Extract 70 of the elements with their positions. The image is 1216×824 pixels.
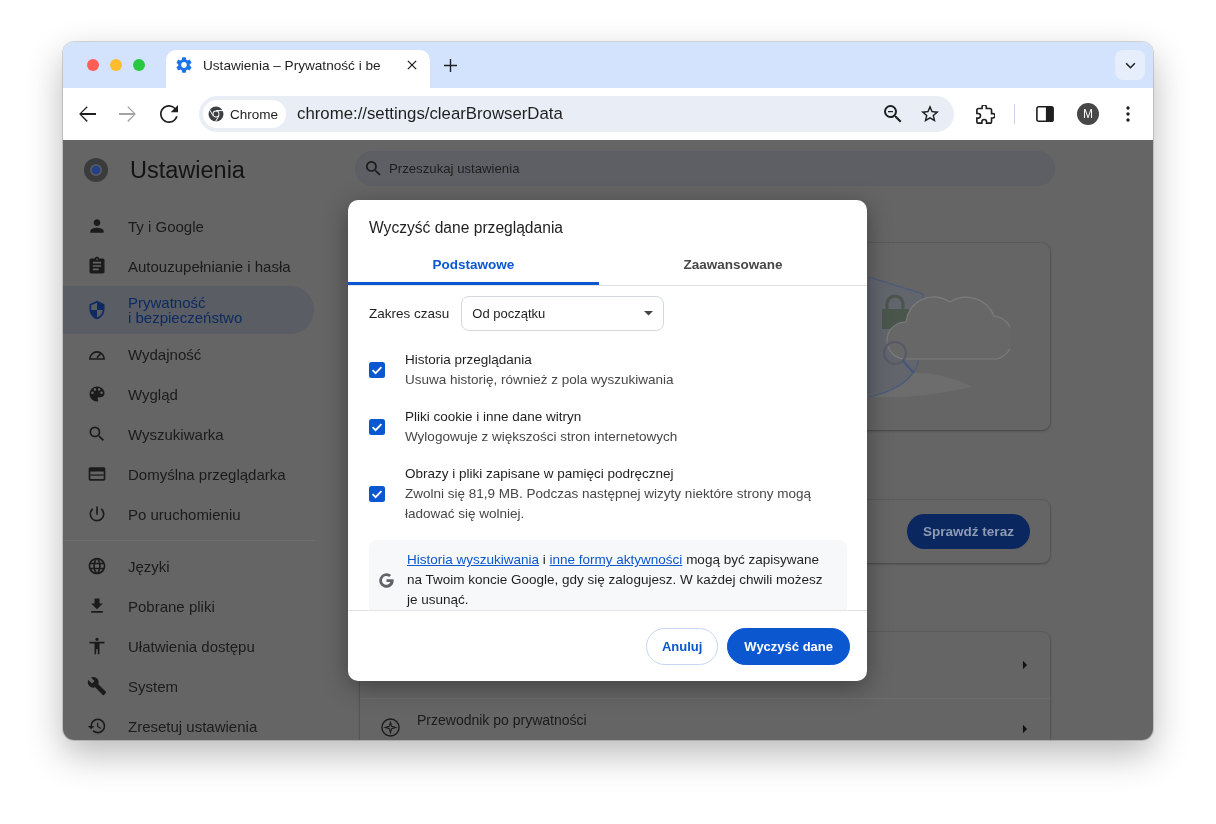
check-now-button[interactable]: Sprawdź teraz (907, 514, 1030, 549)
star-icon[interactable] (921, 105, 939, 123)
checkbox[interactable] (369, 486, 385, 502)
plus-icon[interactable] (444, 58, 457, 72)
profile-avatar-button[interactable]: M (1077, 103, 1099, 125)
sidebar-item[interactable]: Ty i Google (87, 213, 204, 239)
checkbox[interactable] (369, 362, 385, 378)
sidebar-item[interactable]: Prywatność i bezpieczeństwo (63, 286, 314, 334)
text-link[interactable]: inne formy aktywności (549, 552, 683, 567)
sidebar-item[interactable]: Języki (87, 553, 170, 579)
option-description: Zwolni się 81,9 MB. Podczas następnej wizyty niektóre strony mogą ładować się wolniej. (405, 485, 812, 523)
dialog-tab[interactable]: Podstawowe (348, 246, 599, 285)
arrow-left-icon[interactable] (78, 105, 96, 123)
browser-window-icon (87, 464, 107, 484)
clear-data-button[interactable]: Wyczyść dane (727, 627, 850, 665)
wrench-icon (87, 676, 107, 696)
compass-icon (381, 718, 400, 737)
time-range-select[interactable]: Od początku (461, 296, 665, 331)
caret-right-icon[interactable] (1022, 724, 1028, 734)
zoom-out-icon[interactable] (884, 105, 902, 123)
option-description: Usuwa historię, również z pola wyszukiwania (405, 371, 674, 389)
text-link[interactable]: Historia wyszukiwania (407, 552, 540, 567)
sidebar-item[interactable]: System (87, 673, 178, 699)
sidebar-item[interactable]: Domyślna przeglądarka (87, 461, 286, 487)
close-icon[interactable] (407, 60, 417, 70)
clipboard-icon (87, 256, 107, 276)
letter-g-icon (377, 570, 396, 590)
power-icon (87, 504, 107, 524)
sidebar-item[interactable]: Ułatwienia dostępu (87, 633, 255, 659)
time-range-label: Zakres czasu (369, 306, 450, 321)
dialog-title: Wyczyść dane przeglądania (368, 218, 565, 238)
option-title: Pliki cookie i inne dane witryn (405, 408, 583, 426)
sidebar-item[interactable]: Po uruchomieniu (87, 501, 241, 527)
browser-tab[interactable]: Ustawienia – Prywatność i be (166, 50, 430, 88)
caret-down-icon (644, 311, 654, 316)
reload-icon[interactable] (160, 105, 178, 123)
chevron-down-icon (1124, 61, 1136, 69)
tab-list-button[interactable] (1115, 50, 1145, 80)
sidebar-item[interactable]: Zresetuj ustawienia (87, 713, 258, 739)
settings-title: Ustawienia (130, 157, 245, 183)
url-text: chrome://settings/clearBrowserData (297, 104, 563, 124)
sidebar-item[interactable]: Wydajność (87, 341, 202, 367)
search-icon (87, 424, 107, 444)
palette-icon (87, 384, 107, 404)
row-title[interactable]: Przewodnik po prywatności (417, 710, 587, 730)
site-chip[interactable]: Chrome (203, 100, 286, 128)
checkbox[interactable] (369, 419, 385, 435)
sidebar-item[interactable]: Wyszukiwarka (87, 421, 224, 447)
app-logo-icon (84, 158, 108, 182)
chrome-logo-icon (208, 106, 224, 122)
more-menu-icon[interactable] (1126, 106, 1130, 122)
option-title: Historia przeglądania (405, 351, 533, 369)
shield-icon (87, 300, 107, 320)
history-icon (87, 716, 107, 736)
puzzle-piece-icon[interactable] (976, 104, 995, 124)
globe-icon (87, 556, 107, 576)
accessibility-icon (87, 636, 107, 656)
sidebar-item[interactable]: Wygląd (87, 381, 178, 407)
address-bar[interactable]: Chrome chrome://settings/clearBrowserData (199, 96, 954, 132)
option-title: Obrazy i pliki zapisane w pamięci podręcznej (405, 465, 675, 483)
sidebar-item[interactable]: Pobrane pliki (87, 593, 215, 619)
dialog-tab[interactable]: Zaawansowane (599, 246, 867, 285)
option-description: Wylogowuje z większości stron internetowych (405, 428, 678, 446)
caret-right-icon[interactable] (1022, 660, 1028, 670)
gear-icon (176, 57, 192, 73)
side-panel-icon[interactable] (1036, 105, 1054, 123)
cancel-button[interactable]: Anuluj (645, 627, 719, 665)
search-icon (366, 161, 381, 176)
search-field[interactable]: Przeszukaj ustawienia (355, 151, 1055, 186)
sync-info-text: Historia wyszukiwania i inne formy aktywności mogą być zapisywane na Twoim koncie Google, gdy się zalogujesz. W każdej chwili możesz je usunąć. (407, 551, 824, 609)
